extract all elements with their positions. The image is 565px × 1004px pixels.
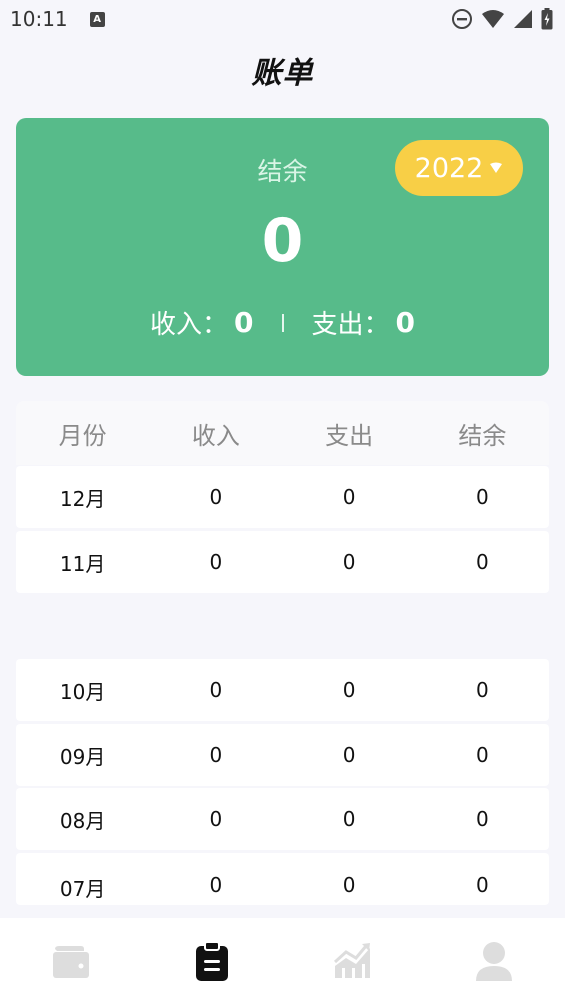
battery-icon xyxy=(541,8,553,30)
row-balance: 0 xyxy=(476,807,489,831)
header-balance: 结余 xyxy=(458,421,507,450)
summary-divider xyxy=(281,313,284,332)
table-row[interactable]: 07月 0 0 0 xyxy=(16,853,549,905)
row-month: 11月 xyxy=(59,551,106,576)
row-month: 08月 xyxy=(59,808,106,833)
income-expense-summary: 收入： 0 支出： 0 xyxy=(16,304,549,341)
caret-down-icon xyxy=(490,162,503,173)
row-income: 0 xyxy=(209,873,223,897)
row-month: 12月 xyxy=(59,486,106,511)
row-balance: 0 xyxy=(476,678,489,702)
status-icons xyxy=(451,8,553,30)
signal-icon xyxy=(514,10,532,28)
income-label: 收入： xyxy=(150,310,229,340)
year-selector[interactable]: 2022 xyxy=(395,140,523,196)
row-income: 0 xyxy=(209,743,223,767)
wallet-icon xyxy=(52,946,89,978)
header-expense: 支出 xyxy=(325,421,374,450)
status-bar: 10:11 A xyxy=(0,0,565,38)
row-balance: 0 xyxy=(476,743,489,767)
row-month: 07月 xyxy=(59,877,106,901)
expense-value: 0 xyxy=(395,306,415,339)
balance-amount: 0 xyxy=(261,206,304,276)
header-income: 收入 xyxy=(191,421,240,450)
tab-profile[interactable] xyxy=(424,918,565,1004)
row-income: 0 xyxy=(209,807,223,831)
tab-bill[interactable] xyxy=(141,918,282,1004)
chart-icon xyxy=(334,943,371,978)
row-expense: 0 xyxy=(342,743,356,767)
row-month: 10月 xyxy=(59,679,106,704)
tab-wallet[interactable] xyxy=(0,918,141,1004)
row-expense: 0 xyxy=(342,485,356,509)
table-row[interactable]: 09月 0 0 0 xyxy=(16,724,549,786)
do-not-disturb-icon xyxy=(452,9,472,29)
notification-icon: A xyxy=(89,11,105,27)
table-row[interactable]: 10月 0 0 0 xyxy=(16,659,549,721)
row-expense: 0 xyxy=(342,873,356,897)
status-time: 10:11 xyxy=(10,7,68,31)
row-expense: 0 xyxy=(342,550,356,574)
row-expense: 0 xyxy=(342,807,356,831)
row-balance: 0 xyxy=(476,550,489,574)
table-header: 月份 收入 支出 结余 xyxy=(16,401,549,465)
balance-card: 结余 0 收入： 0 支出： 0 2022 xyxy=(16,118,549,376)
row-balance: 0 xyxy=(476,485,489,509)
row-income: 0 xyxy=(209,485,223,509)
header-month: 月份 xyxy=(58,421,107,450)
income-value: 0 xyxy=(234,306,254,339)
row-month: 09月 xyxy=(59,744,106,769)
user-icon xyxy=(476,942,513,981)
row-expense: 0 xyxy=(342,678,356,702)
row-balance: 0 xyxy=(476,873,489,897)
clipboard-icon xyxy=(195,941,228,981)
row-income: 0 xyxy=(209,678,223,702)
row-income: 0 xyxy=(209,550,223,574)
year-value: 2022 xyxy=(414,152,484,184)
tab-stats[interactable] xyxy=(283,918,424,1004)
table-row[interactable]: 11月 0 0 0 xyxy=(16,531,549,593)
wifi-icon xyxy=(482,10,504,28)
table-row[interactable]: 08月 0 0 0 xyxy=(16,788,549,850)
table-row[interactable]: 12月 0 0 0 xyxy=(16,466,549,528)
expense-label: 支出： xyxy=(311,310,390,340)
bottom-tab-bar xyxy=(0,918,565,1004)
page-title: 账单 xyxy=(251,56,314,91)
